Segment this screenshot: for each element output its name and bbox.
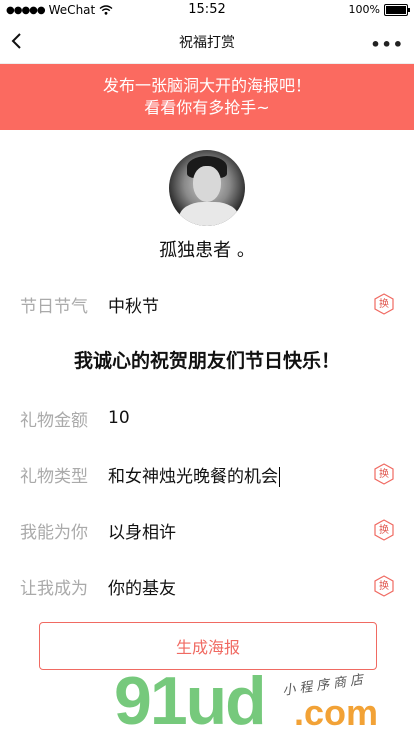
status-bar: ●●●●● WeChat 15:52 100% — [0, 0, 414, 20]
gift-type-input[interactable]: 和女神烛光晚餐的机会 — [108, 462, 414, 487]
profile-section: 孤独患者 。 — [0, 130, 414, 262]
watermark-domain: .com — [294, 692, 379, 733]
gift-type-value: 和女神烛光晚餐的机会 — [108, 466, 278, 487]
text-cursor — [279, 466, 280, 487]
i-can-value[interactable]: 以身相许 — [108, 518, 414, 543]
greeting-text: 我诚心的祝贺朋友们节日快乐！ — [73, 350, 340, 372]
row-label: 我能为你 — [20, 522, 88, 543]
row-label: 让我成为 — [20, 578, 88, 599]
more-options-icon[interactable]: ••• — [370, 35, 404, 54]
swap-gift-type-button[interactable]: 换 — [374, 463, 394, 485]
swap-festival-button[interactable]: 换 — [374, 293, 394, 315]
row-gift-type: 礼物类型 和女神烛光晚餐的机会 换 — [0, 446, 414, 502]
row-label: 节日节气 — [20, 296, 88, 317]
row-festival: 节日节气 中秋节 换 — [0, 276, 414, 332]
row-label: 礼物类型 — [20, 466, 88, 487]
banner-line-2: 看看你有多抢手~ — [144, 98, 270, 117]
swap-i-can-button[interactable]: 换 — [374, 519, 394, 541]
watermark-logo: 91ud .com 小程序商店 — [114, 663, 414, 739]
swap-label: 换 — [379, 299, 389, 310]
promo-banner: 发布一张脑洞大开的海报吧！ 看看你有多抢手~ — [0, 64, 414, 130]
battery-icon — [384, 3, 410, 16]
swap-label: 换 — [379, 469, 389, 480]
become-value[interactable]: 你的基友 — [108, 574, 414, 599]
page-title: 祝福打赏 — [179, 35, 235, 51]
watermark-brand: 91ud — [114, 663, 267, 739]
swap-label: 换 — [379, 581, 389, 592]
nav-bar: 祝福打赏 ••• — [0, 20, 414, 64]
swap-label: 换 — [379, 525, 389, 536]
avatar — [169, 150, 245, 226]
battery-group: 100% — [348, 3, 410, 16]
swap-become-button[interactable]: 换 — [374, 575, 394, 597]
battery-percent: 100% — [348, 3, 380, 16]
row-amount: 礼物金额 10 — [0, 390, 414, 446]
row-i-can: 我能为你 以身相许 换 — [0, 502, 414, 558]
row-become: 让我成为 你的基友 换 — [0, 558, 414, 614]
banner-line-1: 发布一张脑洞大开的海报吧！ — [102, 76, 311, 95]
amount-value[interactable]: 10 — [108, 408, 414, 428]
row-label: 礼物金额 — [20, 410, 88, 431]
festival-value[interactable]: 中秋节 — [108, 292, 414, 317]
user-nickname: 孤独患者 。 — [159, 240, 255, 261]
